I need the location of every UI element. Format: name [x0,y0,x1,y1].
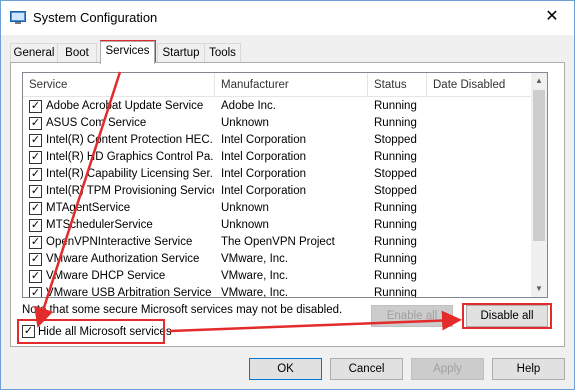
service-checkbox[interactable]: ✓ [29,168,42,181]
disable-all-button[interactable]: Disable all [466,305,548,327]
column-date-disabled[interactable]: Date Disabled [427,73,533,97]
system-config-icon [10,11,26,24]
service-manufacturer: Intel Corporation [221,151,307,163]
service-name: VMware USB Arbitration Service [46,287,212,298]
service-status: Stopped [374,185,417,197]
table-row[interactable]: ✓ VMware USB Arbitration Service VMware, I… [23,285,533,298]
service-name: MTSchedulerService [46,219,153,231]
ok-button[interactable]: OK [249,358,322,380]
service-manufacturer: VMware, Inc. [221,270,289,282]
service-name: OpenVPNInteractive Service [46,236,193,248]
list-header: Service Manufacturer Status Date Disable… [23,73,533,97]
service-checkbox[interactable]: ✓ [29,236,42,249]
window-title: System Configuration [33,10,158,25]
scroll-down-icon[interactable]: ▼ [531,281,547,297]
service-status: Running [374,253,417,265]
service-status: Running [374,100,417,112]
table-row[interactable]: ✓ Intel(R) Content Protection HEC... Intel… [23,132,533,149]
service-status: Stopped [374,168,417,180]
service-checkbox[interactable]: ✓ [29,202,42,215]
service-manufacturer: Intel Corporation [221,134,307,146]
tab-general[interactable]: General [10,43,58,63]
service-status: Running [374,151,417,163]
service-status: Running [374,287,417,298]
table-row[interactable]: ✓ ASUS Com Service Unknown Running [23,115,533,132]
table-row[interactable]: ✓ VMware DHCP Service VMware, Inc. Running [23,268,533,285]
service-name: ASUS Com Service [46,117,147,129]
service-checkbox[interactable]: ✓ [29,151,42,164]
enable-all-button[interactable]: Enable all [371,305,453,327]
tab-services[interactable]: Services [100,41,155,64]
service-name: Intel(R) Capability Licensing Ser... [46,168,214,180]
table-row[interactable]: ✓ Intel(R) HD Graphics Control Pa... Intel… [23,149,533,166]
service-name: Intel(R) TPM Provisioning Service [46,185,214,197]
service-manufacturer: VMware, Inc. [221,253,289,265]
service-manufacturer: Unknown [221,202,269,214]
service-checkbox[interactable]: ✓ [29,219,42,232]
service-name: VMware DHCP Service [46,270,166,282]
service-status: Running [374,117,417,129]
service-status: Running [374,202,417,214]
column-status[interactable]: Status [368,73,427,97]
service-name: Adobe Acrobat Update Service [46,100,204,112]
table-row[interactable]: ✓ OpenVPNInteractive Service The OpenVPN P… [23,234,533,251]
scroll-thumb[interactable] [533,90,545,241]
service-checkbox[interactable]: ✓ [29,134,42,147]
hide-microsoft-services[interactable]: ✓ Hide all Microsoft services [22,323,172,341]
service-manufacturer: Adobe Inc. [221,100,276,112]
table-row[interactable]: ✓ VMware Authorization Service VMware, Inc… [23,251,533,268]
title-bar: System Configuration ✕ [1,1,574,35]
tab-startup[interactable]: Startup [157,43,205,63]
apply-button[interactable]: Apply [411,358,484,380]
table-row[interactable]: ✓ MTAgentService Unknown Running [23,200,533,217]
column-manufacturer[interactable]: Manufacturer [215,73,368,97]
service-name: MTAgentService [46,202,131,214]
cancel-button[interactable]: Cancel [330,358,403,380]
service-status: Running [374,219,417,231]
table-row[interactable]: ✓ Adobe Acrobat Update Service Adobe Inc. R… [23,98,533,115]
secure-services-note: Note that some secure Microsoft services… [22,304,343,316]
close-button[interactable]: ✕ [530,1,574,33]
table-row[interactable]: ✓ MTSchedulerService Unknown Running [23,217,533,234]
service-status: Stopped [374,134,417,146]
hide-ms-label[interactable]: Hide all Microsoft services [38,323,172,341]
service-checkbox[interactable]: ✓ [29,185,42,198]
vertical-scrollbar[interactable]: ▲ ▼ [531,73,547,297]
service-checkbox[interactable]: ✓ [29,253,42,266]
service-manufacturer: Intel Corporation [221,168,307,180]
services-list[interactable]: Service Manufacturer Status Date Disable… [22,72,548,298]
service-checkbox[interactable]: ✓ [29,117,42,130]
tab-tools[interactable]: Tools [204,43,241,63]
service-status: Running [374,236,417,248]
service-manufacturer: Unknown [221,117,269,129]
service-manufacturer: VMware, Inc. [221,287,289,298]
column-service[interactable]: Service [23,73,215,97]
service-name: Intel(R) Content Protection HEC... [46,134,214,146]
service-name: Intel(R) HD Graphics Control Pa... [46,151,214,163]
service-manufacturer: Unknown [221,219,269,231]
help-button[interactable]: Help [492,358,565,380]
table-row[interactable]: ✓ Intel(R) TPM Provisioning Service Intel … [23,183,533,200]
table-row[interactable]: ✓ Intel(R) Capability Licensing Ser... Int… [23,166,533,183]
hide-ms-checkbox[interactable]: ✓ [22,325,35,338]
tab-boot[interactable]: Boot [57,43,97,63]
service-status: Running [374,270,417,282]
service-checkbox[interactable]: ✓ [29,100,42,113]
service-manufacturer: Intel Corporation [221,185,307,197]
service-manufacturer: The OpenVPN Project [221,236,335,248]
service-checkbox[interactable]: ✓ [29,287,42,297]
scroll-up-icon[interactable]: ▲ [531,73,547,89]
service-checkbox[interactable]: ✓ [29,270,42,283]
service-name: VMware Authorization Service [46,253,200,265]
